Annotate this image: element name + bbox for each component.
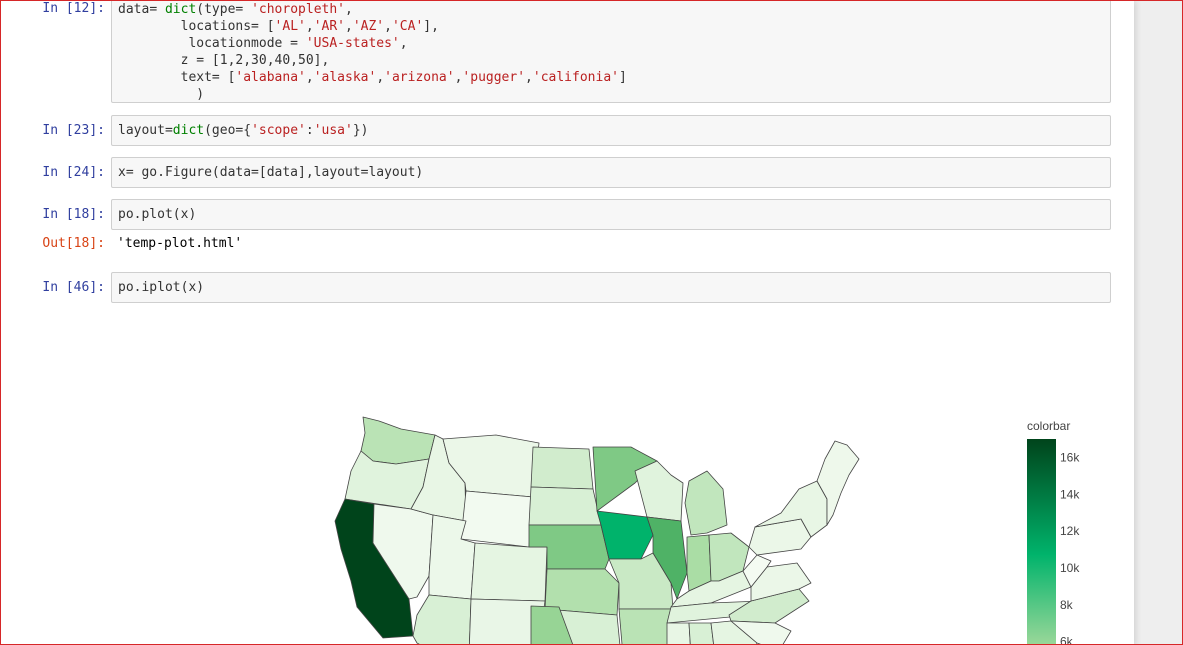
code-text: x= go.Figure(data=[data],layout=layout): [118, 165, 424, 180]
state-sd[interactable]: [528, 486, 602, 526]
colorbar-tick-label: 14k: [1060, 487, 1080, 501]
code-string: 'AL': [274, 19, 306, 34]
code-string: 'pugger': [462, 70, 526, 85]
choropleth-svg: colorbar 16k 14k 12k 10k 8k 6k: [334, 416, 1080, 645]
code-token: ,: [345, 2, 353, 17]
code-token: layout=: [118, 123, 173, 138]
code-token: }): [352, 123, 369, 138]
state-az[interactable]: [412, 594, 472, 645]
code-token: (: [196, 2, 205, 17]
state-wy[interactable]: [460, 490, 534, 548]
input-prompt: In [23]:: [42, 123, 105, 138]
state-nd[interactable]: [530, 446, 594, 490]
code-input-area[interactable]: layout=dict(geo={'scope':'usa'}): [111, 115, 1111, 146]
code-token: ]: [618, 70, 627, 85]
code-text: data= dict(type= 'choropleth', locations…: [118, 2, 627, 102]
code-input-area[interactable]: po.plot(x): [111, 199, 1111, 230]
code-line: ): [118, 87, 205, 102]
code-string: 'choropleth': [251, 2, 345, 17]
code-input-area[interactable]: data= dict(type= 'choropleth', locations…: [111, 1, 1111, 103]
code-string: 'AZ': [352, 19, 385, 34]
colorbar-tick-label: 16k: [1060, 450, 1080, 464]
input-prompt: In [12]:: [42, 1, 105, 16]
code-token: locationmode =: [118, 36, 306, 51]
state-ar[interactable]: [618, 608, 674, 645]
colorbar-tick-label: 12k: [1060, 524, 1080, 538]
state-ms[interactable]: [666, 622, 691, 645]
screenshot-frame: In [12]: data= dict(type= 'choropleth', …: [0, 0, 1183, 645]
usa-map: [334, 416, 860, 645]
state-mi[interactable]: [684, 470, 728, 536]
state-co[interactable]: [470, 542, 548, 602]
output-text: 'temp-plot.html': [117, 236, 243, 251]
code-string: 'CA': [391, 19, 424, 34]
state-wa[interactable]: [360, 416, 436, 465]
code-string: 'AR': [313, 19, 345, 34]
code-line: z = [1,2,30,40,50],: [118, 53, 330, 68]
output-prompt: Out[18]:: [42, 236, 105, 251]
code-builtin: dict: [164, 2, 197, 17]
code-token: =: [235, 2, 252, 17]
code-string: 'arizona': [384, 70, 455, 85]
notebook-container: In [12]: data= dict(type= 'choropleth', …: [1, 1, 1134, 645]
code-token: (geo={: [204, 123, 252, 138]
code-string: 'usa': [313, 123, 353, 138]
code-token: =: [149, 2, 165, 17]
input-prompt: In [24]:: [42, 165, 105, 180]
colorbar-tick-label: 8k: [1060, 598, 1074, 612]
colorbar-tick-label: 10k: [1060, 561, 1080, 575]
code-text: po.plot(x): [118, 207, 197, 222]
state-wi[interactable]: [634, 460, 684, 522]
code-text: layout=dict(geo={'scope':'usa'}): [112, 122, 1110, 139]
state-pa[interactable]: [748, 518, 812, 556]
code-builtin: dict: [172, 123, 205, 138]
code-string: 'alabana': [235, 70, 306, 85]
code-token: text= [: [118, 70, 236, 85]
choropleth-plot[interactable]: colorbar 16k 14k 12k 10k 8k 6k: [111, 311, 1111, 645]
code-token: data: [118, 2, 150, 17]
code-string: 'scope': [251, 123, 306, 138]
input-prompt: In [18]:: [42, 207, 105, 222]
code-input-area[interactable]: po.iplot(x): [111, 272, 1111, 303]
code-input-area[interactable]: x= go.Figure(data=[data],layout=layout): [111, 157, 1111, 188]
code-string: 'alaska': [313, 70, 377, 85]
code-token: ],: [423, 19, 439, 34]
input-prompt: In [46]:: [42, 280, 105, 295]
code-string: 'califonia': [532, 70, 619, 85]
colorbar[interactable]: [1027, 439, 1056, 645]
code-token: locations= [: [118, 19, 275, 34]
colorbar-title: colorbar: [1027, 419, 1070, 433]
colorbar-ticks: 16k 14k 12k 10k 8k 6k: [1060, 450, 1080, 645]
code-string: 'USA-states': [305, 36, 400, 51]
colorbar-tick-label: 6k: [1060, 635, 1074, 645]
code-token: :: [305, 123, 314, 138]
code-text: po.iplot(x): [118, 280, 205, 295]
code-token: ,: [399, 36, 408, 51]
code-token: type: [204, 2, 236, 17]
